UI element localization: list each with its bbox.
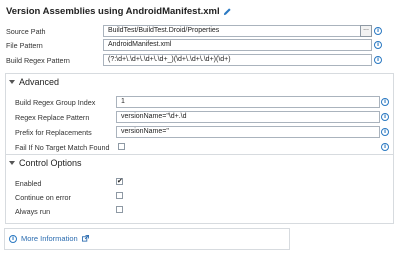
chevron-down-icon [9,80,15,84]
prefix-label: Prefix for Replacements [15,128,92,137]
replace-pattern-label: Regex Replace Pattern [15,113,90,122]
task-title-text: Version Assemblies using AndroidManifest… [6,6,220,17]
build-regex-input[interactable]: (?:\d+\.\d+\.\d+\.\d+_)(\d+\.\d+\.\d+)(\… [103,54,372,66]
prefix-input[interactable]: versionName=" [116,126,380,138]
source-path-info-icon[interactable]: i [374,27,382,35]
group-index-label: Build Regex Group Index [15,98,96,107]
replace-pattern-info-icon[interactable]: i [381,113,389,121]
browse-button[interactable]: ... [360,25,372,37]
build-regex-info-icon[interactable]: i [374,56,382,64]
more-info-text[interactable]: More Information [21,234,78,243]
always-run-label: Always run [15,207,51,216]
control-options-title: Control Options [19,158,82,168]
fail-no-match-info-icon[interactable]: i [381,143,389,151]
chevron-down-icon [9,161,15,165]
advanced-title: Advanced [19,77,60,87]
source-path-label: Source Path [6,27,46,36]
continue-on-error-label: Continue on error [15,193,71,202]
group-index-input[interactable]: 1 [116,96,380,108]
continue-on-error-checkbox[interactable] [116,192,123,199]
file-pattern-label: File Pattern [6,41,43,50]
more-info-link[interactable]: i More Information [9,234,89,243]
task-title: Version Assemblies using AndroidManifest… [6,6,232,17]
build-regex-label: Build Regex Pattern [6,56,70,65]
replace-pattern-input[interactable]: versionName="\d+.\d [116,111,380,123]
info-icon: i [9,234,17,243]
source-path-input[interactable]: BuildTest/BuildTest.Droid/Properties [103,25,361,37]
enabled-label: Enabled [15,179,42,188]
always-run-checkbox[interactable] [116,206,123,213]
file-pattern-input[interactable]: AndroidManifest.xml [103,39,372,51]
advanced-header[interactable]: Advanced [9,77,59,87]
enabled-checkbox[interactable]: ✔ [116,178,123,185]
prefix-info-icon[interactable]: i [381,128,389,136]
fail-no-match-checkbox[interactable] [118,143,125,150]
fail-no-match-label: Fail If No Target Match Found [15,143,110,152]
control-options-header[interactable]: Control Options [9,158,82,168]
pencil-icon[interactable] [223,7,232,16]
group-index-info-icon[interactable]: i [381,98,389,106]
external-link-icon [81,235,89,242]
file-pattern-info-icon[interactable]: i [374,41,382,49]
